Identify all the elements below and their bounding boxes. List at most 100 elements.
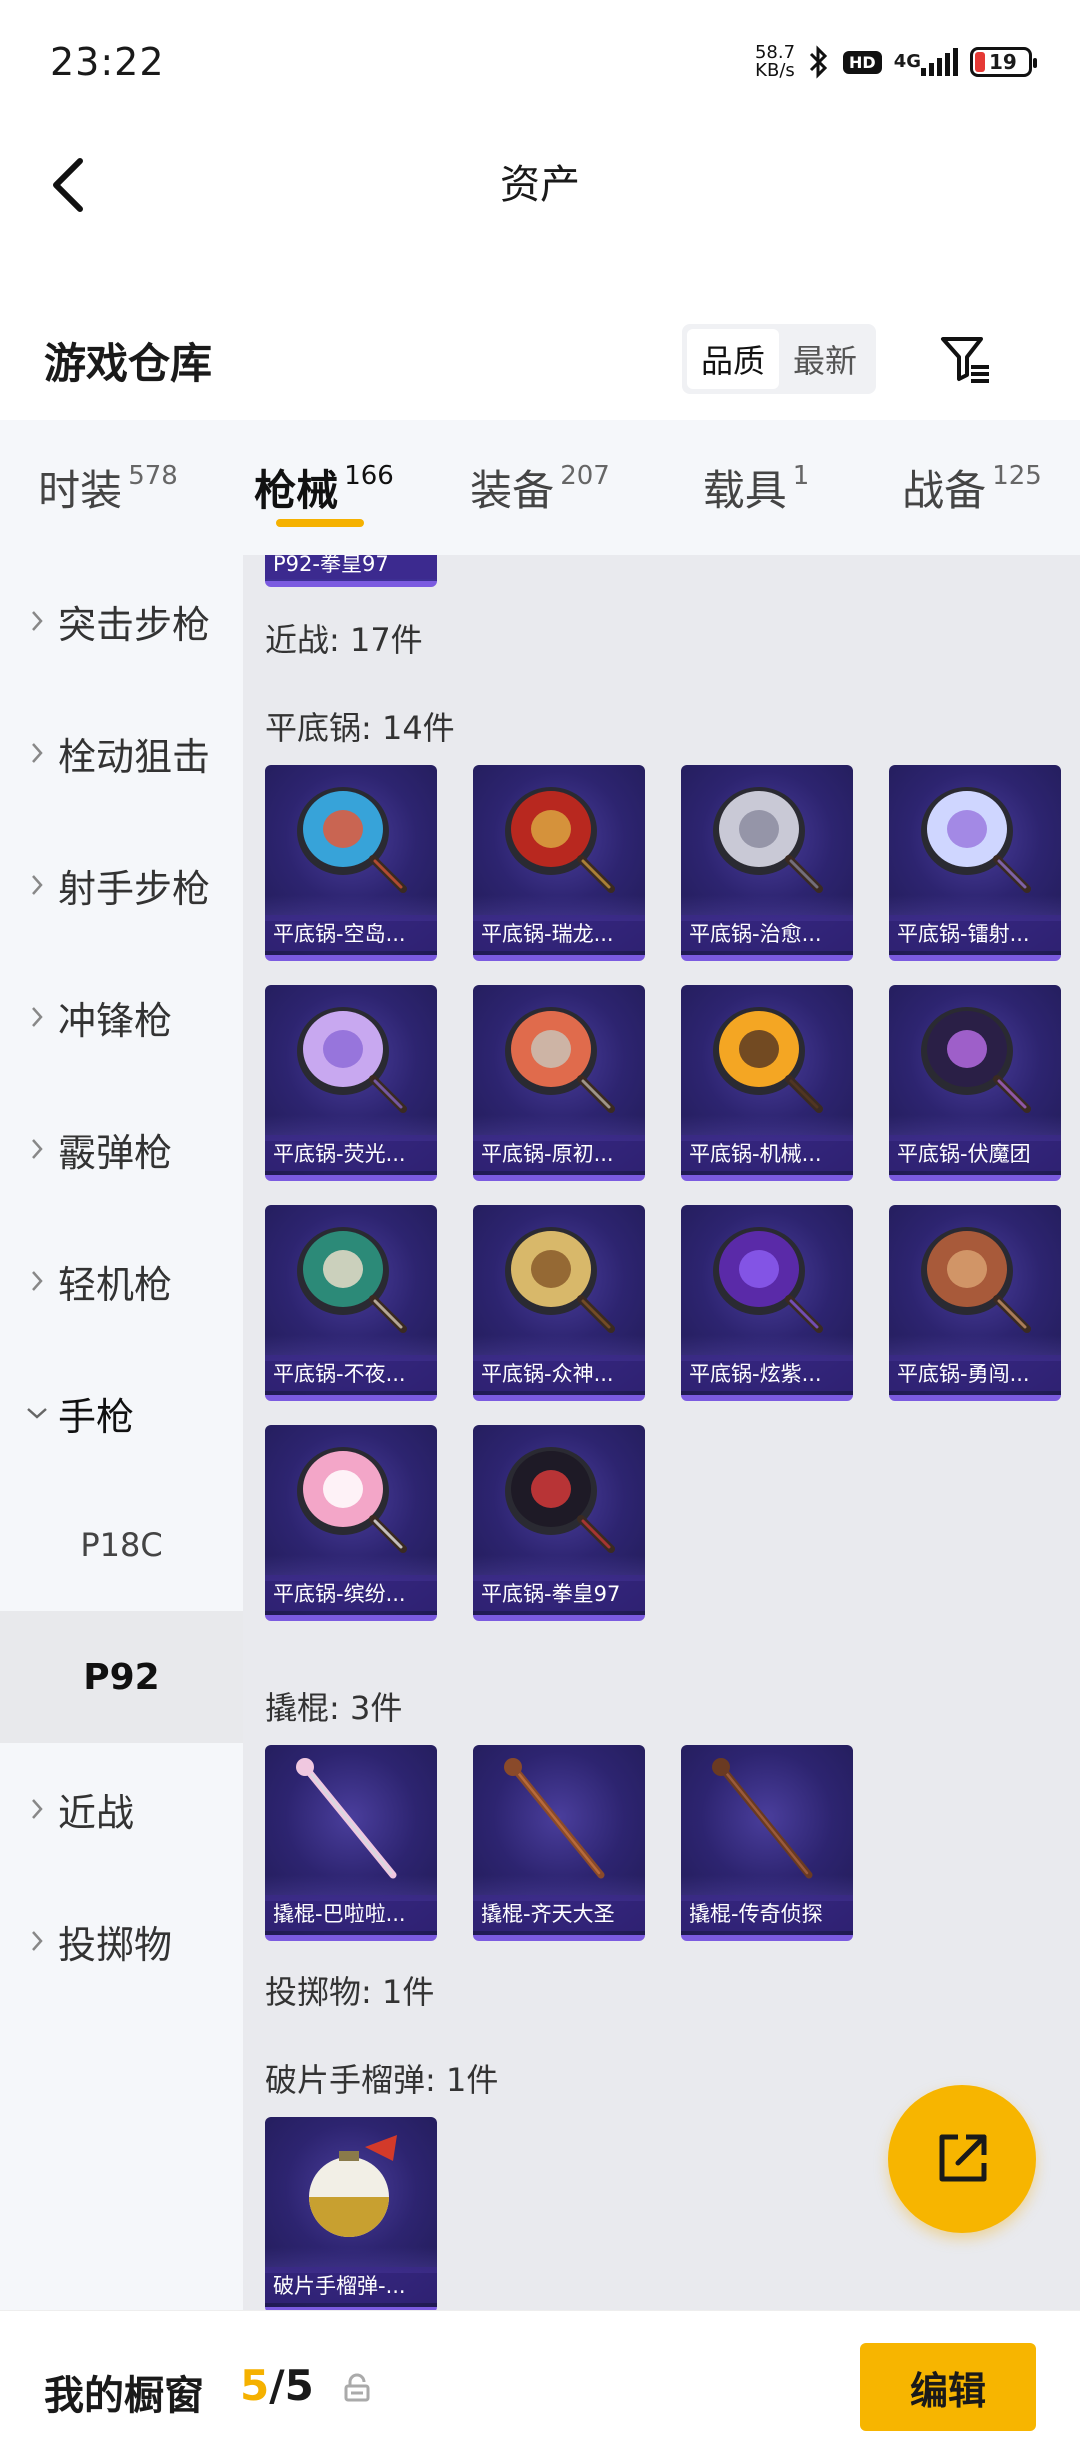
item-card[interactable]: 平底锅-镭射... [889,765,1061,961]
sidebar-item-label: 霰弹枪 [58,1130,173,1175]
item-card[interactable]: 平底锅-伏魔团 [889,985,1061,1181]
item-name: 撬棍-齐天大圣 [473,1895,645,1931]
item-card[interactable]: 平底锅-瑞龙... [473,765,645,961]
item-card[interactable]: 平底锅-荧光... [265,985,437,1181]
sort-quality-button[interactable]: 品质 [687,329,780,389]
item-name: 撬棍-巴啦啦... [265,1895,437,1931]
item-card[interactable]: 平底锅-炫紫... [681,1205,853,1401]
sidebar-item-marksman-rifle[interactable]: 射手步枪 [0,819,243,951]
cellular-signal-icon: 4G [894,48,958,76]
sidebar-item-label: 突击步枪 [58,602,211,647]
network-type: 4G [893,51,921,72]
frying-pan-icon [713,1227,823,1333]
battery-level: 19 [989,50,1017,74]
sidebar-item-pistol[interactable]: 手枪 [0,1347,243,1479]
category-tabs: 时装 578 枪械 166 装备 207 载具 1 战备 125 [0,420,1080,555]
sidebar-item-smg[interactable]: 冲锋枪 [0,951,243,1083]
section-header-frag: 破片手榴弹: 1件 [265,2061,499,2099]
frying-pan-icon [505,1447,615,1553]
item-name: 平底锅-瑞龙... [473,915,645,951]
sidebar-item-throwable[interactable]: 投掷物 [0,1875,243,2007]
chevron-right-icon [24,1794,50,1824]
frying-pan-icon [297,1007,407,1113]
frying-pan-icon [505,1227,615,1333]
tab-tactical[interactable]: 战备 125 [864,420,1080,555]
item-card[interactable]: 破片手榴弹-... [265,2117,437,2310]
item-card[interactable]: 平底锅-不夜... [265,1205,437,1401]
sidebar-item-label: 轻机枪 [58,1262,173,1307]
item-card[interactable]: 平底锅-拳皇97 [473,1425,645,1621]
frying-pan-icon [921,787,1031,893]
item-name: 平底锅-缤纷... [265,1575,437,1611]
chevron-right-icon [24,606,50,636]
item-name: 平底锅-荧光... [265,1135,437,1171]
item-card[interactable]: P92-拳皇97 [265,555,437,587]
item-card[interactable]: 撬棍-齐天大圣 [473,1745,645,1941]
frying-pan-icon [505,787,615,893]
tab-label: 枪械 [254,466,339,515]
showcase-count: 5/5 [240,2361,314,2410]
sidebar-item-label: 栓动狙击 [58,734,211,779]
item-card[interactable]: 平底锅-众神... [473,1205,645,1401]
tab-firearms[interactable]: 枪械 166 [216,420,432,555]
sidebar-item-label: 近战 [58,1790,135,1835]
tab-vehicles[interactable]: 载具 1 [648,420,864,555]
tab-fashion[interactable]: 时装 578 [0,420,216,555]
section-header-throwable: 投掷物: 1件 [265,1973,435,2011]
sidebar-item-shotgun[interactable]: 霰弹枪 [0,1083,243,1215]
sidebar-item-assault-rifle[interactable]: 突击步枪 [0,555,243,687]
sidebar-item-label: 射手步枪 [58,866,211,911]
tab-count: 578 [128,460,178,491]
weapon-category-sidebar: 突击步枪 栓动狙击 射手步枪 冲锋枪 霰弹枪 轻机枪 手枪 P18C P92 近… [0,555,243,2310]
item-name: 破片手榴弹-... [265,2267,437,2303]
edit-button[interactable]: 编辑 [860,2343,1036,2431]
item-name: 平底锅-炫紫... [681,1355,853,1391]
item-card[interactable]: 平底锅-空岛... [265,765,437,961]
chevron-right-icon [24,738,50,768]
item-name: 撬棍-传奇侦探 [681,1895,853,1931]
status-time: 23:22 [50,40,165,84]
sidebar-item-label: 投掷物 [58,1922,173,1967]
sidebar-item-bolt-sniper[interactable]: 栓动狙击 [0,687,243,819]
item-card[interactable]: 平底锅-治愈... [681,765,853,961]
item-grid: P92-拳皇97 近战: 17件 平底锅: 14件 撬棍: 3件 投掷物: 1件… [243,555,1080,2310]
sort-toggle: 品质 最新 [682,324,877,394]
crowbar-icon [504,1758,605,1879]
sidebar-subitem-p92[interactable]: P92 [0,1611,243,1743]
item-name: 平底锅-镭射... [889,915,1061,951]
frying-pan-icon [297,787,407,893]
frying-pan-icon [921,1227,1031,1333]
top-nav: 资产 [0,130,1080,240]
frying-pan-icon [297,1447,407,1553]
tab-equipment[interactable]: 装备 207 [432,420,648,555]
tab-count: 125 [992,460,1042,491]
frying-pan-icon [297,1227,407,1333]
filter-icon [941,337,989,383]
active-tab-indicator [276,519,364,527]
frying-pan-icon [505,1007,615,1113]
sidebar-subitem-p18c[interactable]: P18C [0,1479,243,1611]
filter-button[interactable] [930,324,1000,394]
chevron-right-icon [24,1926,50,1956]
chevron-down-icon [24,1398,50,1428]
item-card[interactable]: 平底锅-勇闯... [889,1205,1061,1401]
sort-latest-button[interactable]: 最新 [779,329,871,389]
status-icons: 58.7 KB/s HD 4G 19 [755,44,1037,80]
crowbar-icon [712,1758,813,1879]
item-name: 平底锅-伏魔团 [889,1135,1061,1171]
warehouse-title: 游戏仓库 [44,339,213,388]
sidebar-item-lmg[interactable]: 轻机枪 [0,1215,243,1347]
item-card[interactable]: 平底锅-缤纷... [265,1425,437,1621]
item-name: P92-拳皇97 [265,555,437,579]
item-card[interactable]: 平底锅-原初... [473,985,645,1181]
item-card[interactable]: 撬棍-传奇侦探 [681,1745,853,1941]
battery-icon: 19 [970,47,1037,77]
item-card[interactable]: 平底锅-机械... [681,985,853,1181]
item-name: 平底锅-拳皇97 [473,1575,645,1611]
sidebar-item-melee[interactable]: 近战 [0,1743,243,1875]
chevron-right-icon [24,1134,50,1164]
hd-badge: HD [843,50,882,74]
share-button[interactable] [888,2085,1036,2233]
frying-pan-icon [713,787,823,893]
item-card[interactable]: 撬棍-巴啦啦... [265,1745,437,1941]
